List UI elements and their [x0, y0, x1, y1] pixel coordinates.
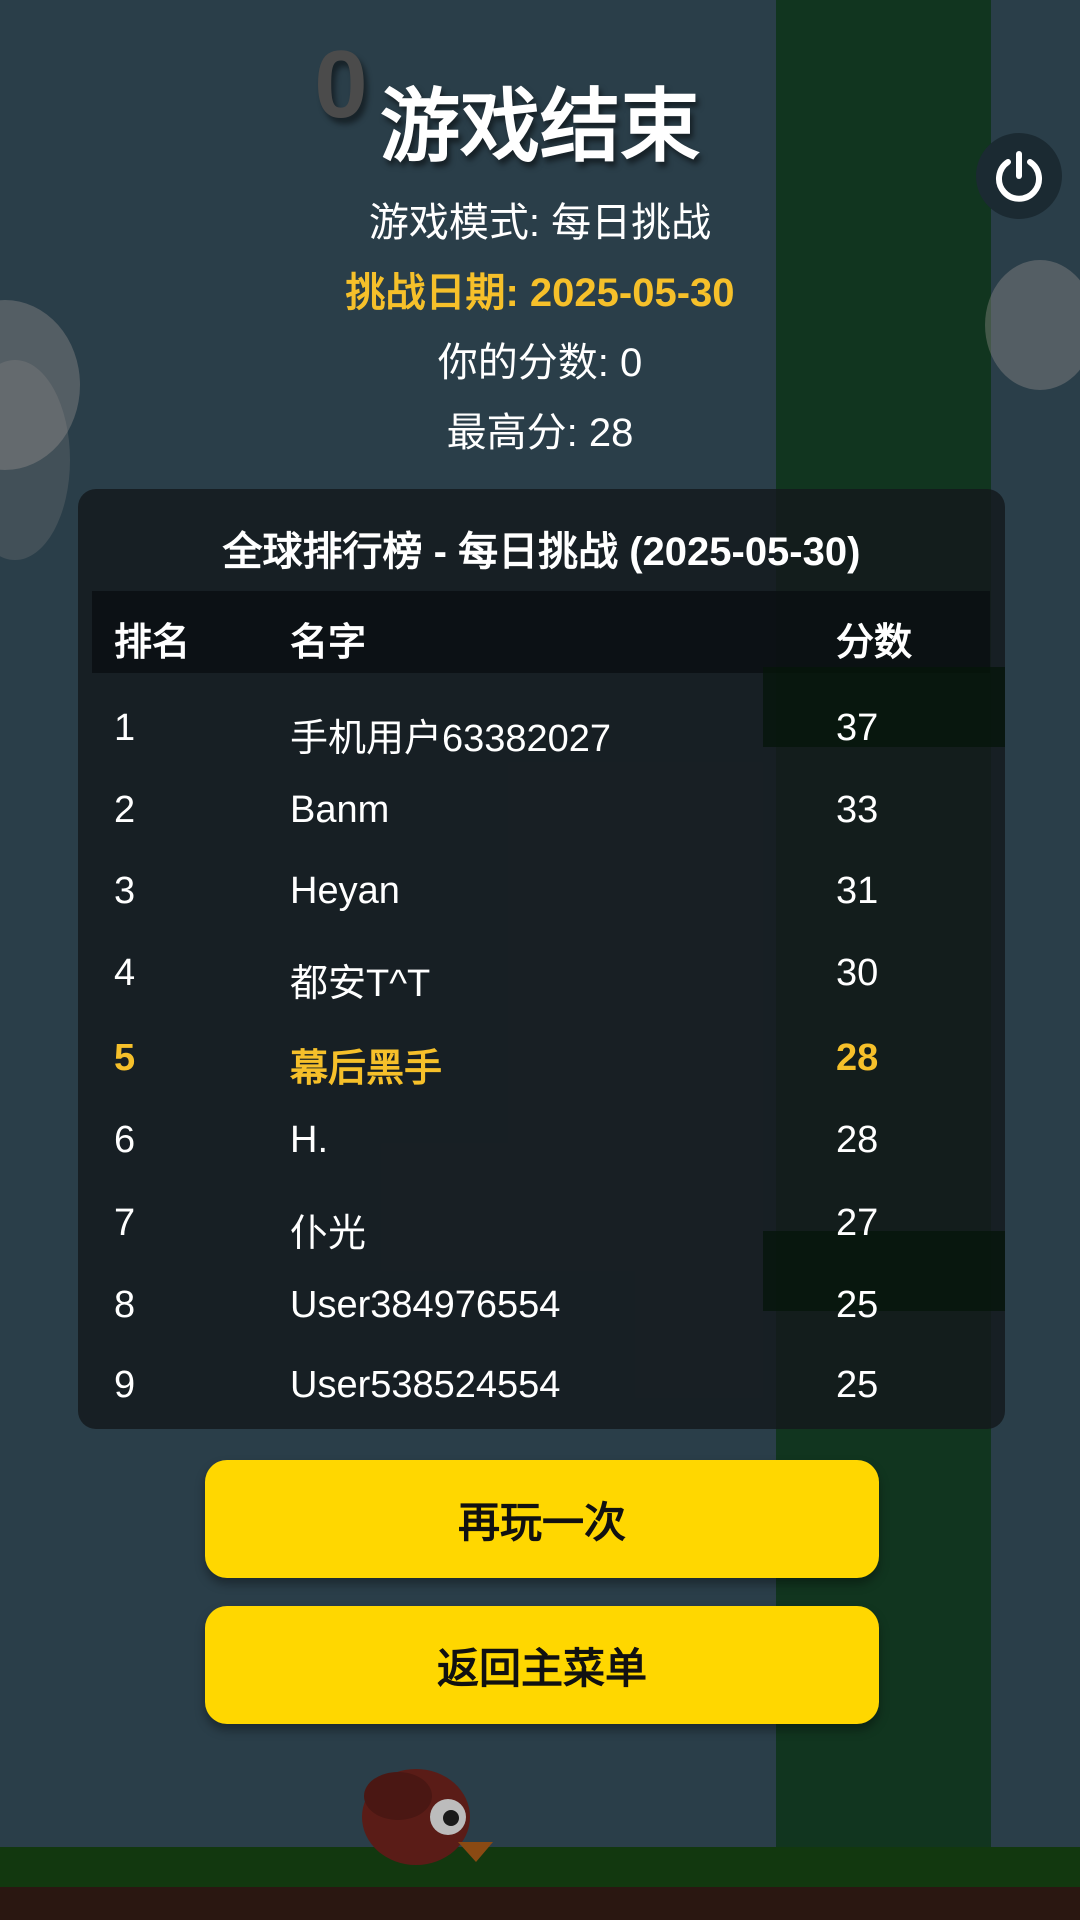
row-rank: 2 [114, 789, 136, 831]
ground-grass [0, 1847, 1080, 1887]
header-score: 分数 [836, 622, 913, 664]
row-score: 27 [836, 1202, 879, 1244]
row-rank: 9 [114, 1364, 136, 1406]
row-rank: 6 [114, 1119, 136, 1161]
table-row: 9 User538524554 25 [78, 1344, 1005, 1426]
leaderboard-header-row: 排名 名字 分数 [92, 591, 990, 673]
play-again-button[interactable]: 再玩一次 [205, 1460, 879, 1578]
table-row: 1 手机用户63382027 37 [78, 687, 1005, 769]
row-name: 手机用户63382027 [290, 718, 612, 760]
row-rank: 3 [114, 870, 136, 912]
your-score-text: 你的分数: 0 [437, 341, 643, 385]
row-name: 都安T^T [290, 963, 431, 1005]
row-score: 25 [836, 1364, 879, 1406]
game-mode-text: 游戏模式: 每日挑战 [368, 201, 712, 245]
power-icon [996, 151, 1042, 202]
row-score: 28 [836, 1119, 879, 1161]
row-name: Banm [290, 789, 390, 831]
row-rank: 8 [114, 1284, 136, 1326]
bird-character [362, 1769, 493, 1865]
row-name: User384976554 [290, 1284, 561, 1326]
table-row-current-player: 5 幕后黑手 28 [78, 1017, 1005, 1099]
table-row: 3 Heyan 31 [78, 850, 1005, 932]
row-score: 33 [836, 789, 879, 831]
row-score: 37 [836, 707, 879, 749]
table-row: 4 都安T^T 30 [78, 932, 1005, 1014]
challenge-date-text: 挑战日期: 2025-05-30 [345, 271, 735, 315]
table-row: 6 H. 28 [78, 1099, 1005, 1181]
leaderboard-title: 全球排行榜 - 每日挑战 (2025-05-30) [222, 530, 861, 574]
row-score: 30 [836, 952, 879, 994]
row-score: 25 [836, 1284, 879, 1326]
power-button[interactable] [976, 133, 1062, 219]
row-rank: 7 [114, 1202, 136, 1244]
leaderboard-panel: 全球排行榜 - 每日挑战 (2025-05-30) 排名 名字 分数 1 手机用… [78, 489, 1005, 1429]
row-name: Heyan [290, 870, 400, 912]
table-row: 2 Banm 33 [78, 769, 1005, 851]
row-name: 幕后黑手 [290, 1048, 443, 1090]
table-row: 7 仆光 27 [78, 1182, 1005, 1264]
row-name: H. [290, 1119, 328, 1161]
main-menu-button[interactable]: 返回主菜单 [205, 1606, 879, 1724]
header-rank: 排名 [114, 622, 191, 664]
ground-dirt [0, 1887, 1080, 1920]
row-rank: 4 [114, 952, 136, 994]
row-score: 28 [836, 1037, 879, 1079]
game-over-text: 游戏结束 [380, 82, 700, 171]
row-rank: 1 [114, 707, 136, 749]
header-name: 名字 [290, 622, 367, 664]
best-score-text: 最高分: 28 [446, 411, 634, 455]
row-score: 31 [836, 870, 879, 912]
row-name: User538524554 [290, 1364, 561, 1406]
row-name: 仆光 [290, 1213, 367, 1255]
row-rank: 5 [114, 1037, 136, 1079]
game-over-title: 游戏结束 [0, 62, 1080, 178]
table-row: 8 User384976554 25 [78, 1264, 1005, 1346]
